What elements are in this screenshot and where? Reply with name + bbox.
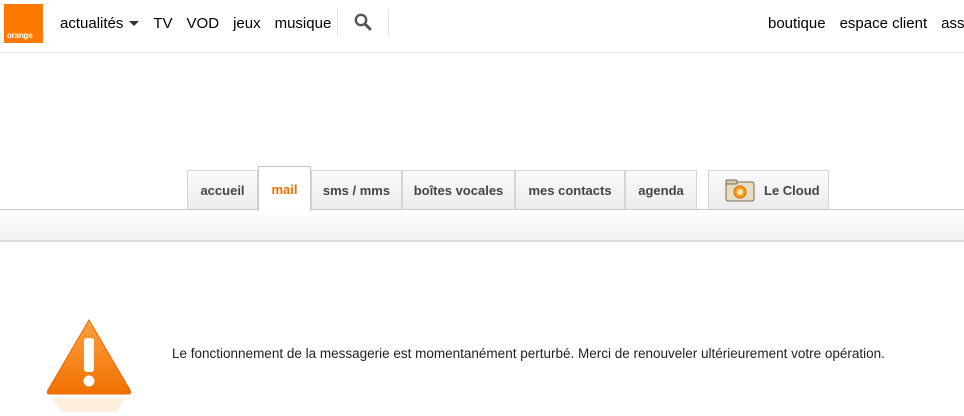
nav-item-tv[interactable]: TV [153,15,172,32]
tab-accueil[interactable]: accueil [187,170,258,210]
nav-item-boutique[interactable]: boutique [768,15,826,32]
search-icon [354,13,372,31]
error-message: Le fonctionnement de la messagerie est m… [172,346,885,361]
orange-logo[interactable]: orange [4,4,43,43]
nav-item-espace-client[interactable]: espace client [840,15,928,32]
tab-boites-vocales[interactable]: boîtes vocales [402,170,515,210]
search-button[interactable] [337,9,389,37]
cloud-folder-icon [725,179,755,201]
sub-toolbar [0,210,964,242]
tab-agenda[interactable]: agenda [625,170,697,210]
nav-item-vod[interactable]: VOD [187,15,220,32]
top-header: orange actualités TV VOD jeux musique bo… [0,0,964,53]
logo-text: orange [7,31,33,40]
nav-item-jeux[interactable]: jeux [233,15,261,32]
chevron-down-icon [129,20,140,26]
main-nav: actualités TV VOD jeux musique [60,0,345,46]
secondary-nav: boutique espace client assis [768,0,964,46]
nav-item-musique[interactable]: musique [275,15,332,32]
tab-le-cloud[interactable]: Le Cloud [708,170,829,210]
tab-mes-contacts[interactable]: mes contacts [515,170,625,210]
tab-mail[interactable]: mail [258,166,311,211]
nav-item-actualites[interactable]: actualités [60,15,140,32]
nav-item-assistance[interactable]: assis [941,15,964,32]
tab-sms-mms[interactable]: sms / mms [311,170,402,210]
warning-icon [46,319,132,412]
